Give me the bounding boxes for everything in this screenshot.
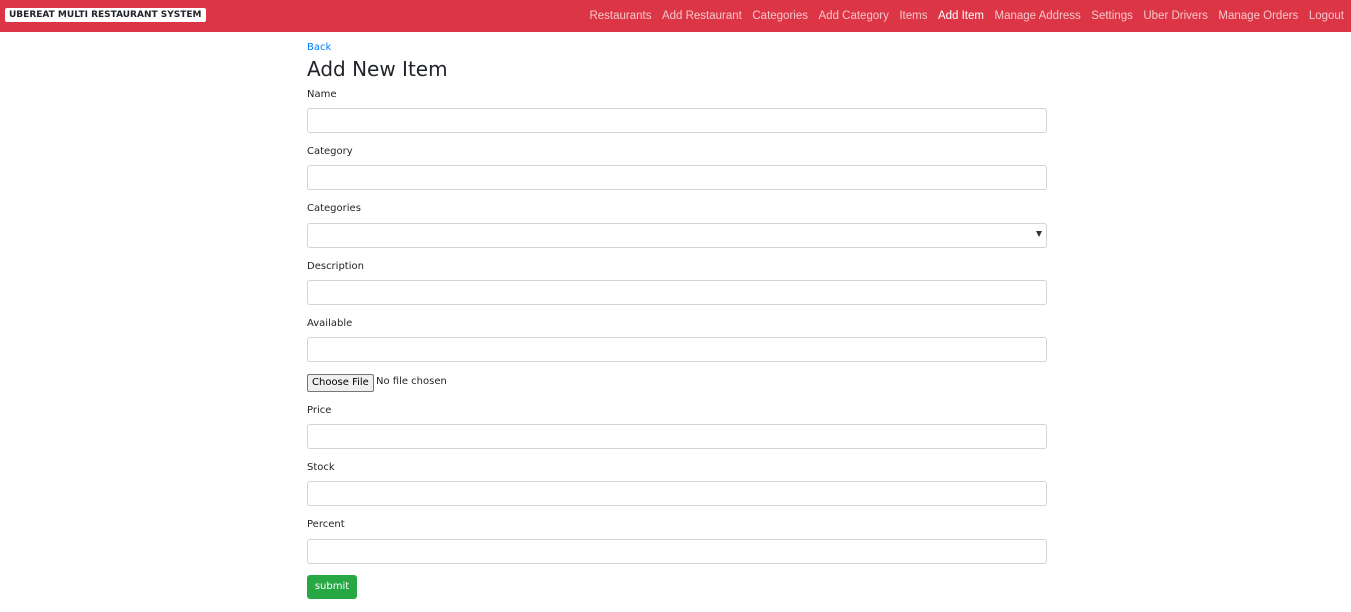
submit-button[interactable]: submit xyxy=(307,575,357,599)
description-input[interactable] xyxy=(307,280,1047,305)
nav-link-settings[interactable]: Settings xyxy=(1091,10,1133,22)
category-input[interactable] xyxy=(307,165,1047,190)
top-navbar: UBEREAT MULTI RESTAURANT SYSTEM Restaura… xyxy=(0,0,1351,32)
price-label: Price xyxy=(307,405,332,416)
page-title: Add New Item xyxy=(307,57,448,81)
nav-link-uber-drivers[interactable]: Uber Drivers xyxy=(1143,10,1208,22)
categories-select[interactable] xyxy=(307,223,1047,248)
nav-link-add-category[interactable]: Add Category xyxy=(819,10,889,22)
stock-label: Stock xyxy=(307,462,335,473)
price-input[interactable] xyxy=(307,424,1047,449)
chevron-down-icon xyxy=(1036,231,1042,237)
name-label: Name xyxy=(307,89,337,100)
nav-link-manage-orders[interactable]: Manage Orders xyxy=(1218,10,1298,22)
choose-file-button[interactable]: Choose File xyxy=(307,374,374,392)
nav-link-categories[interactable]: Categories xyxy=(752,10,808,22)
nav-link-add-restaurant[interactable]: Add Restaurant xyxy=(662,10,742,22)
name-input[interactable] xyxy=(307,108,1047,133)
nav-link-restaurants[interactable]: Restaurants xyxy=(589,10,651,22)
stock-input[interactable] xyxy=(307,481,1047,506)
nav-link-add-item[interactable]: Add Item xyxy=(938,10,984,22)
brand-logo[interactable]: UBEREAT MULTI RESTAURANT SYSTEM xyxy=(5,8,206,22)
category-label: Category xyxy=(307,146,353,157)
percent-input[interactable] xyxy=(307,539,1047,564)
file-status-text: No file chosen xyxy=(376,376,447,387)
percent-label: Percent xyxy=(307,519,345,530)
nav-link-manage-address[interactable]: Manage Address xyxy=(994,10,1080,22)
nav-links: Restaurants Add Restaurant Categories Ad… xyxy=(579,0,1344,32)
back-link[interactable]: Back xyxy=(307,42,331,53)
categories-label: Categories xyxy=(307,203,361,214)
description-label: Description xyxy=(307,261,364,272)
nav-link-items[interactable]: Items xyxy=(899,10,927,22)
nav-link-logout[interactable]: Logout xyxy=(1309,10,1344,22)
available-label: Available xyxy=(307,318,353,329)
available-input[interactable] xyxy=(307,337,1047,362)
file-upload: Choose File No file chosen xyxy=(307,374,507,392)
